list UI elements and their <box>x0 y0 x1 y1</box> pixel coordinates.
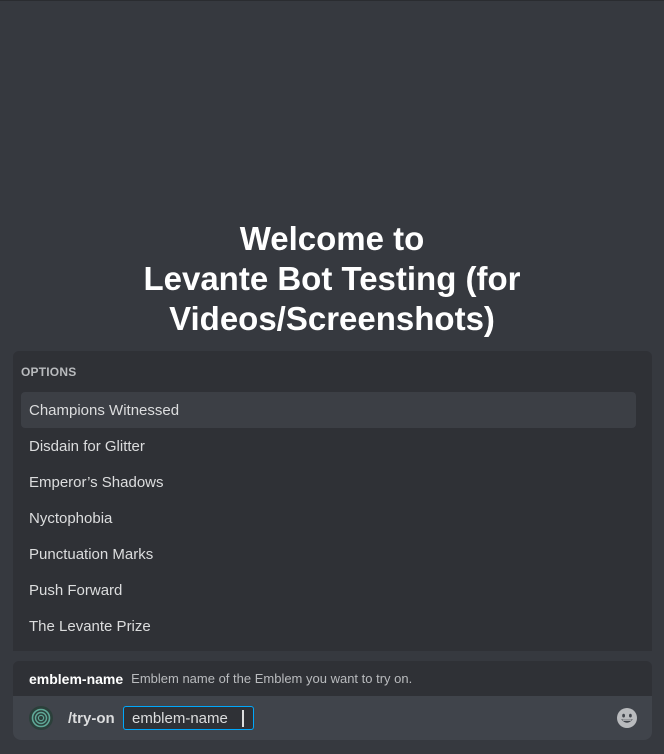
app-window: Welcome to Levante Bot Testing (for Vide… <box>0 0 664 754</box>
options-header: OPTIONS <box>21 365 77 379</box>
option-item[interactable]: Emperor’s Shadows <box>21 464 636 500</box>
slash-command-name: /try-on <box>68 709 115 727</box>
message-composer[interactable]: /try-on emblem-name <box>13 696 652 740</box>
parameter-hint-bar: emblem-name Emblem name of the Emblem yo… <box>13 661 652 696</box>
option-label: Push Forward <box>29 581 123 599</box>
bot-avatar-icon <box>29 706 53 730</box>
option-label: The Levante Prize <box>29 617 151 635</box>
option-label: Emperor’s Shadows <box>29 473 164 491</box>
option-label: Champions Witnessed <box>29 401 180 419</box>
option-item[interactable]: Champions Witnessed <box>21 392 636 428</box>
option-label: Disdain for Glitter <box>29 437 145 455</box>
command-parameter-input[interactable]: emblem-name <box>123 706 254 730</box>
welcome-line-2: Levante Bot Testing (for <box>143 260 521 297</box>
text-caret <box>242 710 244 727</box>
option-item[interactable]: Disdain for Glitter <box>21 428 636 464</box>
welcome-line-3: Videos/Screenshots) <box>169 300 495 337</box>
option-label: Punctuation Marks <box>29 545 154 563</box>
option-item[interactable]: Punctuation Marks <box>21 536 636 572</box>
emoji-smile-icon[interactable] <box>616 707 638 729</box>
option-item[interactable]: The Levante Prize <box>21 608 636 644</box>
parameter-input-value: emblem-name <box>132 709 228 727</box>
autocomplete-options-panel: OPTIONS Champions Witnessed Disdain for … <box>13 351 652 651</box>
parameter-description: Emblem name of the Emblem you want to tr… <box>131 671 413 686</box>
welcome-heading: Welcome to Levante Bot Testing (for Vide… <box>0 219 664 339</box>
option-item[interactable]: Push Forward <box>21 572 636 608</box>
option-item[interactable]: Nyctophobia <box>21 500 636 536</box>
parameter-name: emblem-name <box>29 670 124 687</box>
welcome-line-1: Welcome to <box>239 220 425 257</box>
option-label: Nyctophobia <box>29 509 113 527</box>
